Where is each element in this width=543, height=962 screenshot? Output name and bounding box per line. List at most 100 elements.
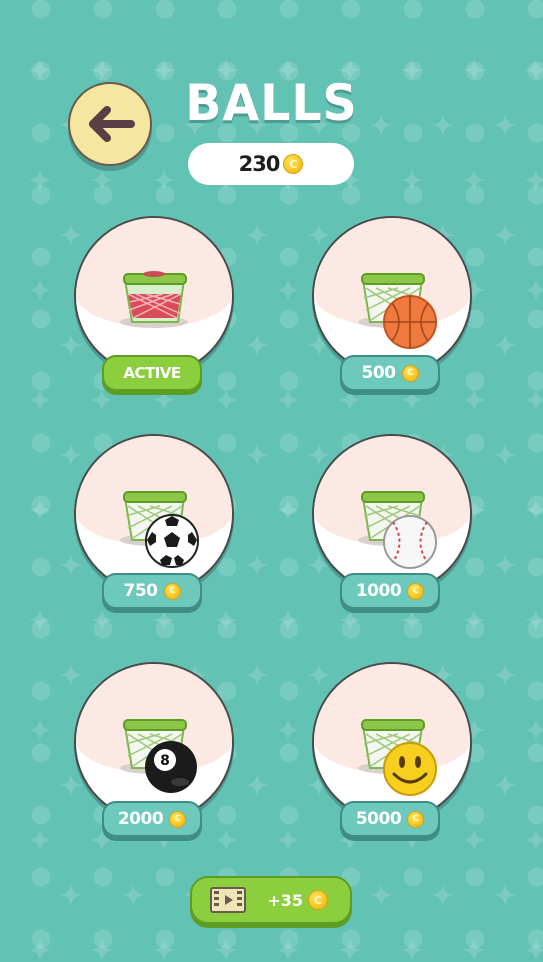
sparkle [27,607,53,633]
ball-preview: 8 [74,662,234,822]
sparkle [492,442,518,468]
coin-balance: 230 [188,143,354,185]
sparkle [523,497,543,523]
sparkle [275,387,301,413]
sparkle [244,332,270,358]
sparkle [244,662,270,688]
video-film-icon [210,887,246,913]
coin-icon [163,582,181,600]
sparkle [461,937,487,962]
active-button[interactable]: ACTIVE [102,355,202,391]
sparkle [399,937,425,962]
sparkle [89,937,115,962]
coin-icon [308,890,328,910]
coin-icon [169,810,187,828]
sparkle [492,662,518,688]
sparkle [275,277,301,303]
sparkle [492,772,518,798]
coin-icon [407,582,425,600]
sparkle [492,552,518,578]
item-price: 2000 [117,809,164,829]
sparkle [523,57,543,83]
sparkle [368,882,394,908]
sparkle [58,882,84,908]
sparkle [27,937,53,962]
sparkle [523,167,543,193]
sparkle [492,222,518,248]
sparkle [151,937,177,962]
baseball-icon [383,515,437,569]
page-title: BALLS [185,74,358,132]
sparkle [244,222,270,248]
ball-item-4[interactable]: 8 2000 [74,662,234,842]
sparkle [399,167,425,193]
sparkle [492,112,518,138]
price-button[interactable]: 5000 [340,801,440,837]
sparkle [275,937,301,962]
svg-text:8: 8 [160,753,170,769]
soccer-ball-icon [145,514,199,568]
sparkle [275,827,301,853]
price-button[interactable]: 2000 [102,801,202,837]
ball-item-5[interactable]: 5000 [312,662,472,842]
sparkle [120,882,146,908]
sparkle [430,112,456,138]
sparkle [89,57,115,83]
price-button[interactable]: 500 [340,355,440,391]
ball-preview [312,434,472,594]
sparkle [523,827,543,853]
sparkle [523,277,543,303]
sparkle [89,167,115,193]
sparkle [244,442,270,468]
basket-icon [120,271,188,328]
sparkle [27,497,53,523]
sparkle [523,937,543,962]
sparkle [523,387,543,413]
arrow-left-icon [89,106,135,142]
sparkle [27,717,53,743]
item-price: 5000 [355,809,402,829]
sparkle [244,772,270,798]
ball-preview [74,434,234,594]
sparkle [275,607,301,633]
ball-preview [312,662,472,822]
sparkle [430,882,456,908]
smiley-ball-icon [383,742,437,796]
ball-preview [312,216,472,376]
ball-preview [74,216,234,376]
sparkle [523,717,543,743]
ball-item-3[interactable]: 1000 [312,434,472,614]
sparkle [27,387,53,413]
basketball-icon [383,295,437,349]
item-label: ACTIVE [123,364,181,382]
ball-item-0[interactable]: ACTIVE [74,216,234,396]
sparkle [492,882,518,908]
sparkle [151,167,177,193]
sparkle [27,167,53,193]
item-price: 500 [361,363,397,383]
sparkle [27,827,53,853]
sparkle [461,57,487,83]
item-price: 750 [123,581,159,601]
coin-balance-value: 230 [238,152,281,176]
sparkle [244,552,270,578]
price-button[interactable]: 750 [102,573,202,609]
ball-item-2[interactable]: 750 [74,434,234,614]
watch-video-reward-button[interactable]: +35 [190,876,352,924]
sparkle [492,332,518,358]
coin-icon [407,810,425,828]
sparkle [399,57,425,83]
ball-item-1[interactable]: 500 [312,216,472,396]
price-button[interactable]: 1000 [340,573,440,609]
reward-amount: +35 [267,890,303,910]
eight-ball-icon: 8 [145,741,197,793]
sparkle [27,277,53,303]
sparkle [337,937,363,962]
sparkle [523,607,543,633]
sparkle [213,937,239,962]
back-button[interactable] [68,82,152,166]
sparkle [275,497,301,523]
sparkle [27,57,53,83]
sparkle [461,167,487,193]
item-price: 1000 [355,581,402,601]
